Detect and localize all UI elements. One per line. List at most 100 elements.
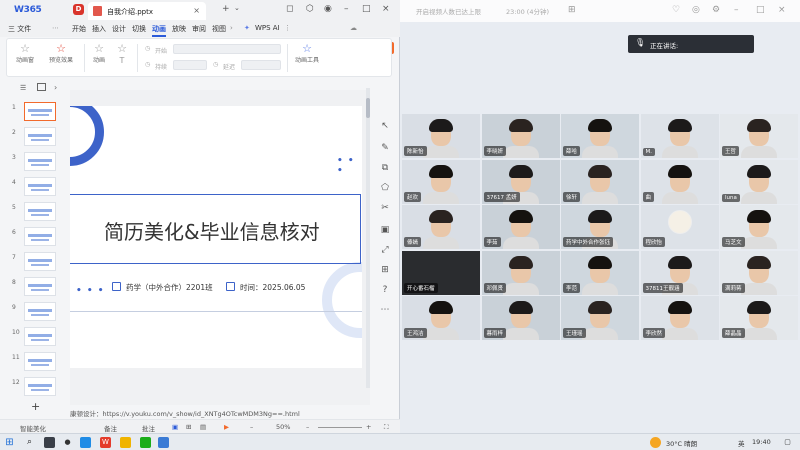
slide-date-text[interactable]: 时间：2025.06.05	[240, 282, 305, 293]
add-slide-icon[interactable]: +	[31, 400, 40, 413]
participant-tile[interactable]: 赵欢	[402, 159, 480, 204]
slide-thumbnail[interactable]	[24, 127, 56, 146]
slide-thumbnail[interactable]	[24, 377, 56, 396]
skin-icon[interactable]: ◎	[692, 5, 700, 15]
current-slide[interactable]: • • • • • • 简历美化&毕业信息核对 药学（中外合作）2201班 时间…	[70, 106, 362, 368]
participant-tile[interactable]: 徐轩	[561, 159, 639, 204]
more-menu-icon[interactable]: ⋯	[52, 24, 59, 32]
smart-beautify-button[interactable]: 智能美化	[20, 423, 46, 433]
close-window-icon[interactable]: ×	[382, 4, 390, 14]
file-explorer-icon[interactable]	[80, 437, 91, 448]
menu-design[interactable]: 设计	[112, 24, 126, 34]
task-view-icon[interactable]	[44, 437, 55, 448]
participant-tile[interactable]: 王瑾瑶	[561, 296, 639, 340]
weather-text[interactable]: 30°C 晴朗	[666, 438, 697, 448]
image-icon[interactable]: ▣	[377, 222, 393, 238]
participant-tile[interactable]: 马芝文	[720, 205, 798, 249]
outline-view-icon[interactable]: ☰	[20, 84, 26, 92]
scrollbar-thumb[interactable]	[366, 98, 370, 118]
slide-thumbnail[interactable]	[24, 152, 56, 171]
participant-tile[interactable]: 暮雨梓	[481, 296, 560, 340]
menu-view[interactable]: 视图	[212, 24, 226, 34]
slide-thumbnail[interactable]	[24, 302, 56, 321]
copy-icon[interactable]: ⧉	[377, 160, 393, 176]
participant-tile[interactable]: 邓佩贤	[481, 250, 560, 295]
tools-icon[interactable]: ✂	[377, 200, 393, 216]
menu-scroll-icon[interactable]: ›	[230, 24, 233, 32]
normal-view-icon[interactable]: ▣	[172, 423, 178, 431]
close-meeting-icon[interactable]: ×	[778, 5, 786, 15]
slide-thumbnail[interactable]	[24, 327, 56, 346]
speaker-notes[interactable]: 康顿设计：https://v.youku.com/v_show/id_XNTg4…	[70, 405, 380, 418]
window-restore-icon[interactable]: ◻	[286, 4, 293, 14]
slide-thumbnail[interactable]	[24, 102, 56, 121]
folder-icon[interactable]	[120, 437, 131, 448]
cube-icon[interactable]: ⬡	[306, 4, 314, 14]
zoom-in-button[interactable]: +	[366, 423, 371, 431]
tab-dropdown-icon[interactable]: ⌄	[234, 4, 240, 12]
fit-window-icon[interactable]: ⛶	[384, 423, 389, 432]
zoom-out-icon[interactable]: –	[250, 423, 253, 431]
pointer-icon[interactable]: ↖	[377, 118, 393, 134]
participant-tile[interactable]: 傣嫣	[402, 205, 480, 249]
start-icon[interactable]: ⊞	[4, 437, 15, 448]
assistant-icon[interactable]: ●	[62, 437, 73, 448]
participant-tile[interactable]: 薛晶晶	[720, 296, 798, 340]
file-menu[interactable]: 三 文件	[8, 24, 31, 34]
participant-tile[interactable]: M.	[640, 114, 719, 158]
avatar-icon[interactable]: ◉	[324, 4, 332, 14]
edit-icon[interactable]: ✎	[377, 140, 393, 156]
comments-button[interactable]: 批注	[142, 423, 155, 433]
wps-ai-button[interactable]: WPS AI	[255, 24, 280, 32]
document-tab[interactable]: 自我介绍.pptx ×	[88, 2, 206, 20]
help-icon[interactable]: ?	[377, 282, 393, 298]
participant-tile[interactable]: 开心番石榴	[402, 250, 480, 295]
minimize-meeting-icon[interactable]: –	[734, 5, 739, 15]
participant-tile[interactable]: 李茹	[481, 205, 560, 249]
participant-tile[interactable]: 37617 孟妍	[481, 159, 560, 204]
participant-tile[interactable]: 37811王靓涵	[640, 250, 719, 295]
meeting-taskbar-icon[interactable]	[158, 437, 169, 448]
slide-thumbnail[interactable]	[24, 202, 56, 221]
participant-tile[interactable]: 李范	[561, 250, 639, 295]
maximize-icon[interactable]: □	[362, 4, 371, 14]
settings-gear-icon[interactable]: ⚙	[712, 5, 720, 15]
wps-app-icon[interactable]: D	[73, 4, 84, 15]
minimize-icon[interactable]: –	[344, 4, 349, 14]
animation-button[interactable]: ☆ 动画	[89, 43, 109, 65]
wps-taskbar-icon[interactable]: W	[100, 437, 111, 448]
menu-animation[interactable]: 动画	[152, 24, 166, 34]
menu-home[interactable]: 开始	[72, 24, 86, 34]
delay-input[interactable]	[241, 60, 281, 70]
grid-layout-icon[interactable]: ⊞	[568, 5, 576, 15]
participant-tile[interactable]: 李晓妍	[481, 114, 560, 158]
participant-tile[interactable]: 曲	[640, 159, 719, 204]
more-options-icon[interactable]: ⋮	[284, 24, 291, 32]
participant-tile[interactable]: 王哲	[720, 114, 798, 158]
preview-effect-button[interactable]: ☆ 预览效果	[43, 43, 79, 65]
participant-tile[interactable]: 王鸿洁	[402, 296, 480, 340]
zoom-slider[interactable]	[318, 427, 362, 428]
participant-tile[interactable]: 程欣怡	[640, 205, 719, 249]
animation-pane-button[interactable]: ☆ 动画窗	[13, 43, 37, 65]
pin-icon[interactable]: ♡	[672, 5, 680, 15]
notes-button[interactable]: 备注	[104, 423, 117, 433]
search-icon[interactable]: ⌕	[24, 437, 35, 448]
shape-icon[interactable]: ⬠	[377, 180, 393, 196]
zoom-out-button[interactable]: –	[306, 423, 309, 431]
slide-view-icon[interactable]	[37, 83, 46, 91]
menu-slideshow[interactable]: 放映	[172, 24, 186, 34]
slide-class-text[interactable]: 药学（中外合作）2201班	[126, 282, 213, 293]
layout-icon[interactable]: ⊞	[377, 262, 393, 278]
participant-tile[interactable]: 李欣然	[640, 296, 719, 340]
play-slideshow-icon[interactable]: ▶	[224, 423, 229, 431]
slide-thumbnail[interactable]	[24, 177, 56, 196]
new-tab-icon[interactable]: +	[222, 4, 230, 14]
grid-view-icon[interactable]: ⊞	[186, 423, 191, 431]
participant-tile[interactable]: 满莉蒋	[720, 250, 798, 295]
transform-icon[interactable]: ⤢	[377, 242, 393, 258]
participant-tile[interactable]: 药学中外合作张钰	[561, 205, 639, 249]
close-tab-icon[interactable]: ×	[193, 6, 200, 15]
vertical-scrollbar[interactable]	[366, 88, 370, 388]
reading-view-icon[interactable]: ▤	[200, 423, 206, 431]
